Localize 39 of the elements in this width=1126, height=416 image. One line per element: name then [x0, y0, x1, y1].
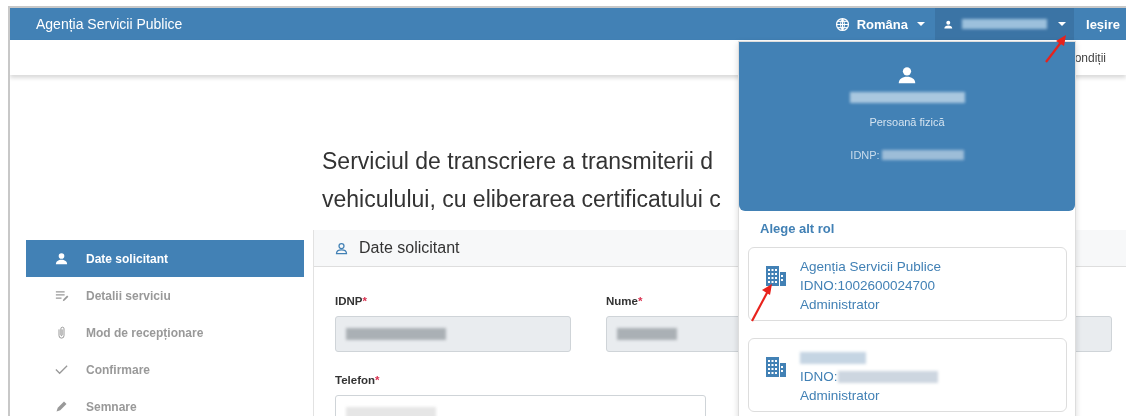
role-name: Administrator [800, 387, 881, 405]
field-label: Nume* [606, 295, 643, 307]
step-tab[interactable]: Confirmare [26, 351, 304, 388]
step-tab[interactable]: Semnare [26, 388, 304, 416]
role-name: Administrator [800, 296, 881, 314]
logout-link[interactable]: Ieșire [1074, 16, 1126, 32]
building-icon [764, 264, 788, 288]
language-dropdown[interactable]: Româna [856, 16, 925, 32]
role-option[interactable]: Agenția Servicii Publice IDNO:1002600024700 Administrator [748, 247, 1067, 321]
step-tab[interactable]: Date solicitant [26, 240, 304, 277]
idno-text: IDNO: [800, 368, 838, 386]
page-title: vehiculului, cu eliberarea certificatului c [322, 185, 721, 214]
step-tab[interactable]: Detalii serviciu [26, 277, 304, 314]
person-type: Persoană fizică [869, 116, 945, 128]
edit-list-icon [54, 288, 69, 303]
roles-heading: Alege alt rol [760, 221, 836, 236]
user-icon [896, 64, 918, 86]
step-tab[interactable]: Mod de recepționare [26, 314, 304, 351]
field-label: IDNP* [335, 295, 367, 307]
role-option[interactable]: IDNO: Administrator [748, 338, 1067, 412]
terms-link[interactable]: ondiții [1074, 50, 1106, 65]
person-outline-icon [334, 240, 349, 256]
annotation-arrow [1043, 34, 1069, 64]
organization-name: Agenția Servicii Publice [800, 258, 942, 276]
blurred-text [800, 352, 866, 365]
person-icon [54, 251, 69, 266]
annotation-arrow [749, 283, 775, 323]
user-menu-button[interactable] [935, 8, 1074, 40]
blurred-text [617, 328, 677, 340]
idno-text: IDNO:1002600024700 [800, 277, 936, 295]
field-label: Telefon* [335, 374, 380, 386]
building-icon [764, 355, 788, 379]
page-title: Serviciul de transcriere a transmiterii d [322, 147, 714, 176]
brand-title[interactable]: Agenția Servicii Publice [36, 16, 835, 32]
section-title: Date solicitant [359, 239, 460, 257]
globe-icon [834, 16, 850, 32]
idnp-label: IDNP: [850, 149, 880, 161]
checkmark-icon [54, 362, 69, 377]
pen-icon [54, 399, 69, 414]
